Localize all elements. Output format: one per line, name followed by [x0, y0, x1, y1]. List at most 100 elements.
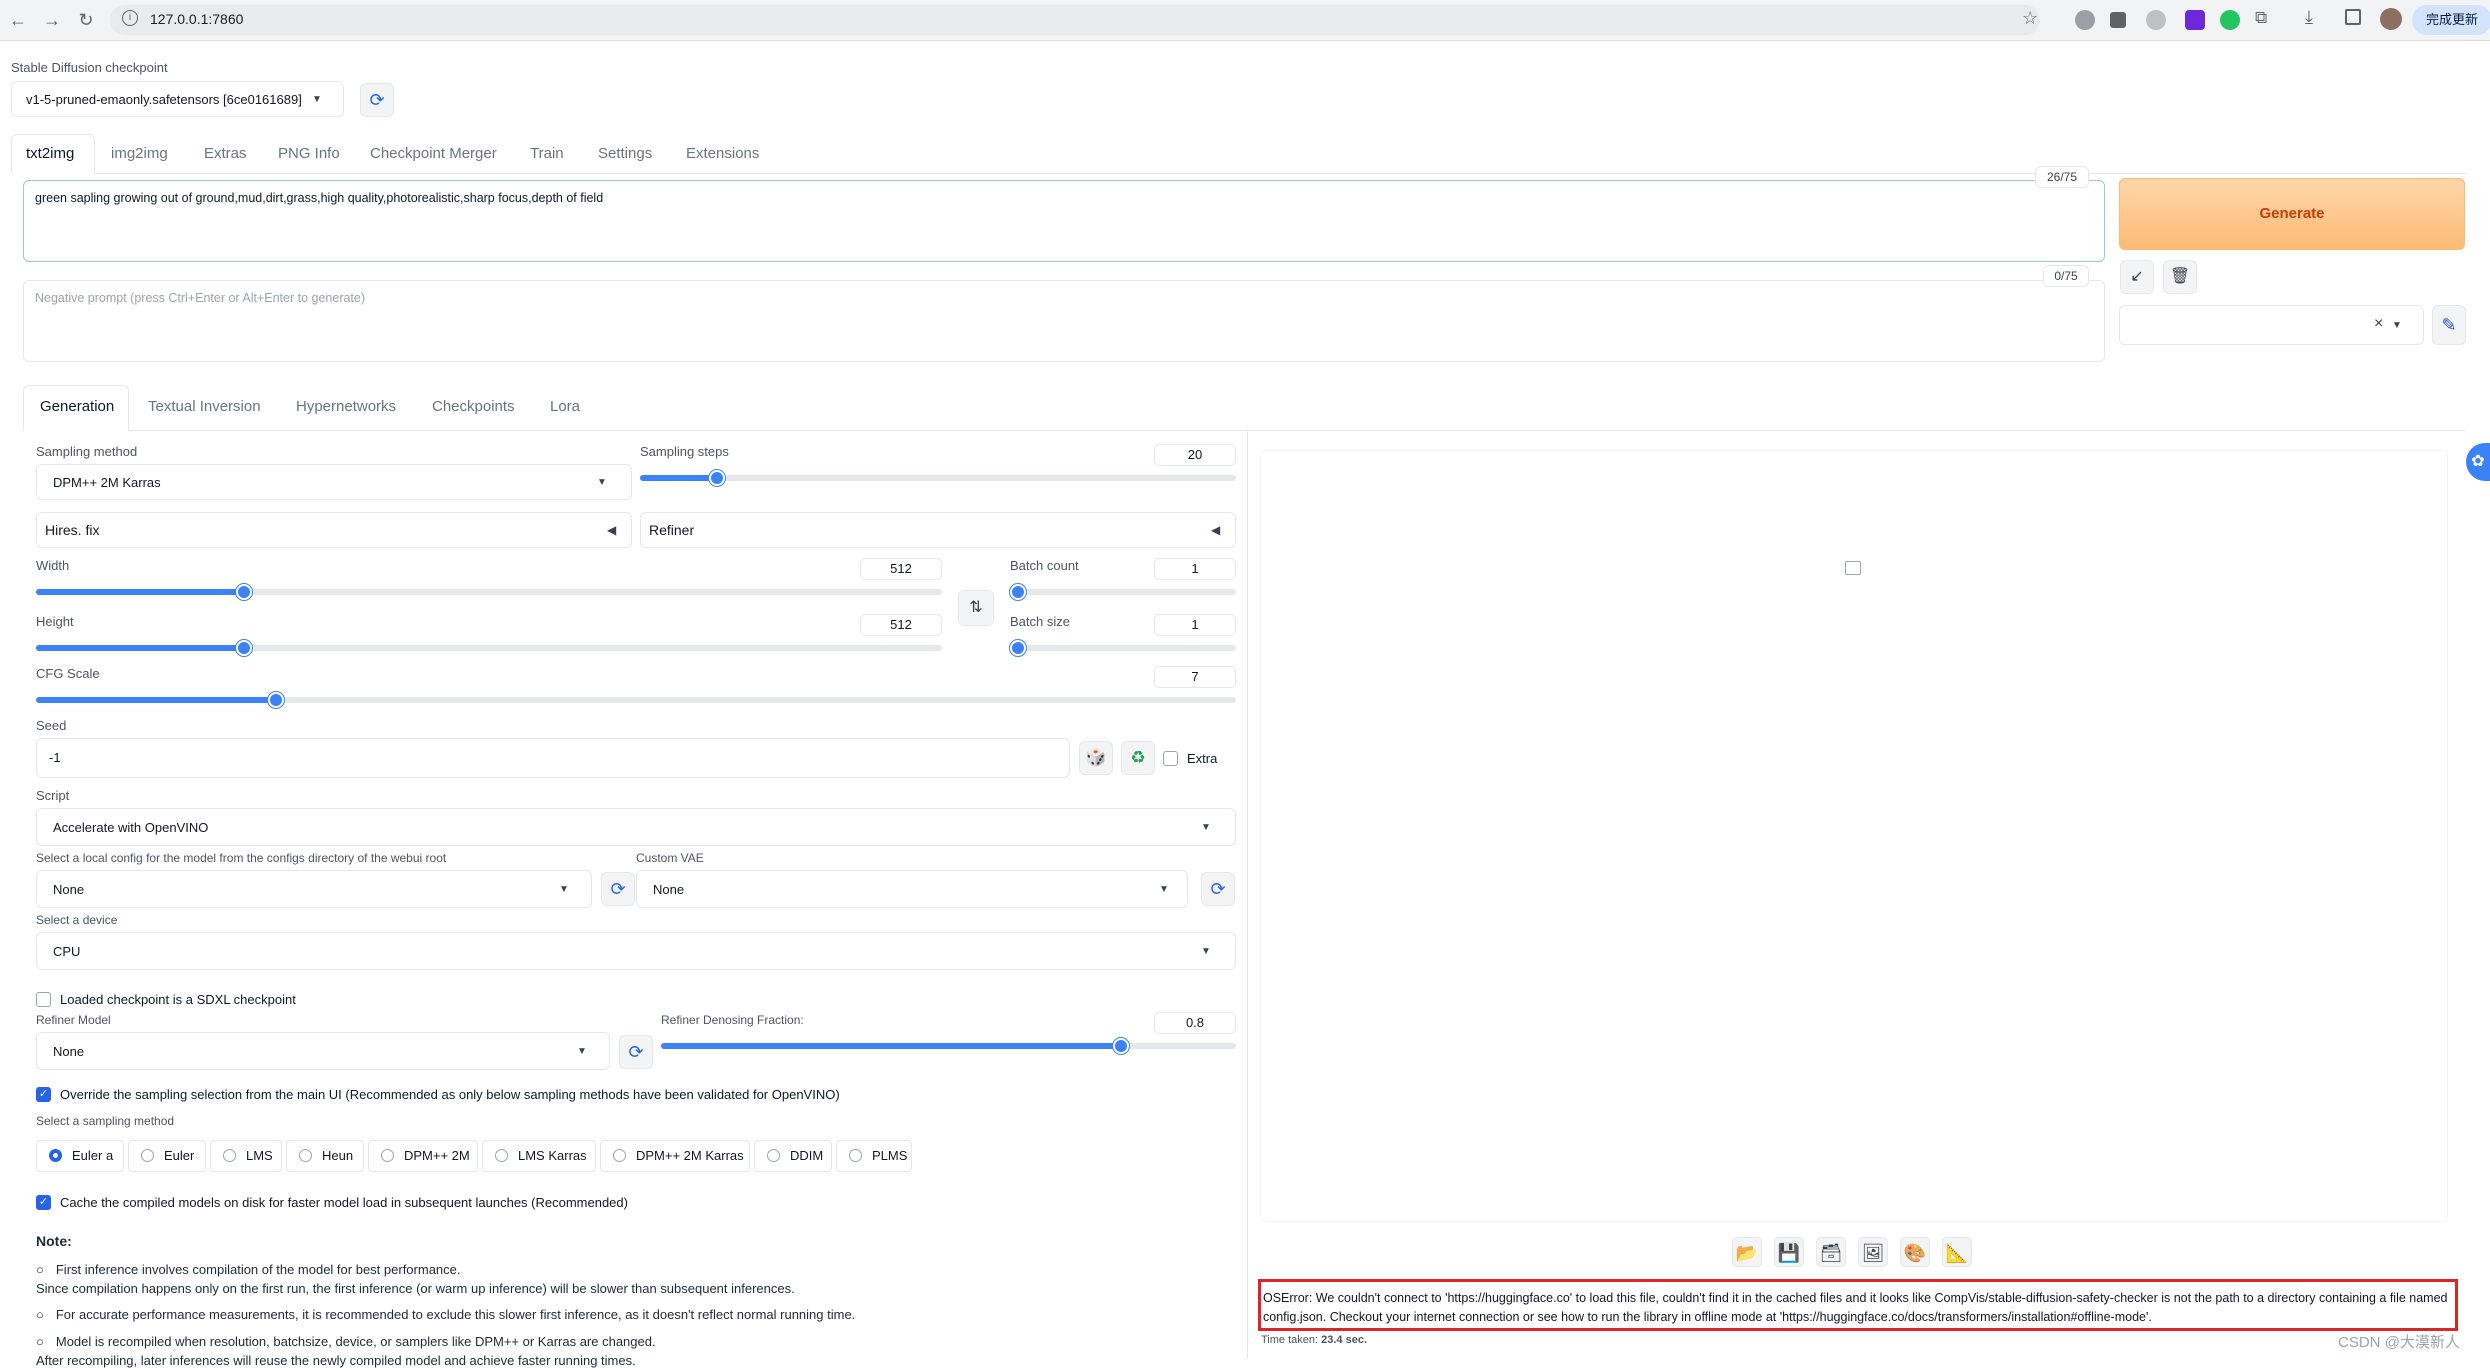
extension-icon[interactable]	[2185, 10, 2205, 30]
tab-lora[interactable]: Lora	[550, 398, 580, 415]
sampler-option[interactable]: DPM++ 2M Karras	[600, 1140, 750, 1172]
refiner-fraction-slider[interactable]	[661, 1043, 1236, 1049]
side-panel-icon[interactable]	[2345, 9, 2361, 25]
prompt-input[interactable]: green sapling growing out of ground,mud,…	[23, 180, 2105, 262]
batch-count-input[interactable]: 1	[1154, 558, 1236, 580]
clear-icon[interactable]: ×	[2374, 315, 2383, 333]
cfg-scale-input[interactable]: 7	[1154, 666, 1236, 688]
negative-prompt-input[interactable]: Negative prompt (press Ctrl+Enter or Alt…	[23, 280, 2105, 362]
refresh-refiner-button[interactable]: ⟳	[619, 1035, 653, 1069]
site-info-icon[interactable]: i	[122, 10, 138, 26]
puzzle-extensions-icon[interactable]: ⧉	[2255, 8, 2267, 28]
reuse-seed-button[interactable]: ♻	[1121, 741, 1155, 775]
random-seed-button[interactable]: 🎲	[1079, 741, 1113, 775]
batch-count-slider[interactable]	[1010, 589, 1236, 595]
override-sampler-checkbox[interactable]: ✓	[36, 1087, 51, 1102]
note-line: ○ Model is recompiled when resolution, ba…	[36, 1334, 656, 1349]
negative-token-counter: 0/75	[2043, 265, 2089, 287]
custom-vae-select[interactable]: None ▼	[636, 870, 1188, 908]
extra-seed-checkbox[interactable]	[1163, 751, 1178, 766]
height-handle[interactable]	[236, 640, 252, 656]
width-input[interactable]: 512	[860, 558, 942, 580]
height-slider[interactable]	[36, 645, 942, 651]
back-icon[interactable]: ←	[4, 6, 32, 34]
config-select[interactable]: None ▼	[36, 870, 592, 908]
tab-img2img[interactable]: img2img	[111, 145, 168, 162]
extension-icon[interactable]	[2075, 10, 2095, 30]
tab-settings[interactable]: Settings	[598, 145, 652, 162]
sdxl-checkbox[interactable]	[36, 992, 51, 1007]
batch-size-input[interactable]: 1	[1154, 614, 1236, 636]
extension-icon[interactable]	[2146, 10, 2166, 30]
tab-txt2img[interactable]: txt2img	[26, 145, 74, 162]
generate-button[interactable]: Generate	[2119, 178, 2465, 250]
download-icon[interactable]: ⤓	[2305, 7, 2313, 28]
floating-assistant-icon[interactable]: ✿	[2466, 443, 2490, 481]
sampling-steps-handle[interactable]	[709, 470, 725, 486]
reload-icon[interactable]: ↻	[72, 6, 100, 34]
cfg-scale-handle[interactable]	[268, 692, 284, 708]
batch-size-slider[interactable]	[1010, 645, 1236, 651]
sampling-steps-slider[interactable]	[640, 475, 1236, 481]
refresh-config-button[interactable]: ⟳	[601, 872, 635, 906]
tab-textual-inversion[interactable]: Textual Inversion	[148, 398, 261, 415]
tab-extensions[interactable]: Extensions	[686, 145, 759, 162]
tab-png-info[interactable]: PNG Info	[278, 145, 340, 162]
width-slider[interactable]	[36, 589, 942, 595]
edit-styles-button[interactable]: ✎	[2432, 305, 2466, 345]
sampler-option[interactable]: DDIM	[754, 1140, 832, 1172]
batch-count-handle[interactable]	[1010, 584, 1026, 600]
sampler-option[interactable]: Euler a	[36, 1140, 124, 1172]
save-button[interactable]: 💾	[1774, 1237, 1804, 1267]
sdxl-label: Loaded checkpoint is a SDXL checkpoint	[60, 992, 296, 1007]
tab-checkpoints[interactable]: Checkpoints	[432, 398, 515, 415]
radio-dot	[49, 1149, 62, 1162]
sampler-option[interactable]: DPM++ 2M	[368, 1140, 478, 1172]
clear-prompt-button[interactable]: 🗑	[2163, 260, 2197, 294]
height-input[interactable]: 512	[860, 614, 942, 636]
address-bar[interactable]	[110, 5, 2040, 35]
extension-icon[interactable]	[2110, 12, 2126, 28]
send-to-inpaint-button[interactable]: 🎨	[1900, 1237, 1930, 1267]
tab-checkpoint-merger[interactable]: Checkpoint Merger	[370, 145, 497, 162]
forward-icon[interactable]: →	[38, 6, 66, 34]
width-handle[interactable]	[236, 584, 252, 600]
update-button[interactable]: 完成更新	[2412, 5, 2490, 35]
sampler-option[interactable]: PLMS	[836, 1140, 912, 1172]
styles-select[interactable]: × ▼	[2119, 305, 2424, 345]
tab-generation[interactable]: Generation	[40, 398, 114, 415]
avatar[interactable]	[2380, 8, 2402, 30]
checkpoint-select[interactable]: v1-5-pruned-emaonly.safetensors [6ce0161…	[11, 81, 344, 117]
device-select[interactable]: CPU ▼	[36, 932, 1236, 970]
sampling-steps-input[interactable]: 20	[1154, 444, 1236, 466]
refresh-vae-button[interactable]: ⟳	[1201, 872, 1235, 906]
bookmark-star-icon[interactable]: ☆	[2022, 8, 2038, 29]
batch-size-handle[interactable]	[1010, 640, 1026, 656]
sampler-option[interactable]: LMS	[210, 1140, 282, 1172]
cfg-scale-slider[interactable]	[36, 697, 1236, 703]
tab-train[interactable]: Train	[530, 145, 564, 162]
script-select[interactable]: Accelerate with OpenVINO ▼	[36, 808, 1236, 846]
open-folder-button[interactable]: 📂	[1732, 1237, 1762, 1267]
refresh-checkpoint-button[interactable]: ⟳	[360, 83, 394, 117]
sampler-option[interactable]: Euler	[128, 1140, 206, 1172]
refiner-accordion[interactable]: Refiner ◀	[640, 512, 1236, 548]
send-to-img2img-button[interactable]: 🖼	[1858, 1237, 1888, 1267]
refiner-fraction-input[interactable]: 0.8	[1154, 1012, 1236, 1034]
sampling-method-select[interactable]: DPM++ 2M Karras ▼	[36, 464, 632, 500]
hires-fix-accordion[interactable]: Hires. fix ◀	[36, 512, 632, 548]
refiner-model-label: Refiner Model	[36, 1013, 111, 1027]
tab-hypernetworks[interactable]: Hypernetworks	[296, 398, 396, 415]
refiner-fraction-handle[interactable]	[1113, 1038, 1129, 1054]
zip-button[interactable]: 🗃	[1816, 1237, 1846, 1267]
send-to-extras-button[interactable]: 📐	[1942, 1237, 1972, 1267]
sampler-option[interactable]: Heun	[286, 1140, 364, 1172]
cache-models-checkbox[interactable]: ✓	[36, 1195, 51, 1210]
read-params-button[interactable]: ↙	[2120, 260, 2154, 294]
tab-extras[interactable]: Extras	[204, 145, 247, 162]
seed-input[interactable]: -1	[36, 738, 1070, 778]
sampler-option[interactable]: LMS Karras	[482, 1140, 596, 1172]
swap-dimensions-button[interactable]: ⇅	[958, 590, 994, 626]
extension-icon[interactable]	[2220, 10, 2240, 30]
refiner-model-select[interactable]: None ▼	[36, 1032, 610, 1070]
